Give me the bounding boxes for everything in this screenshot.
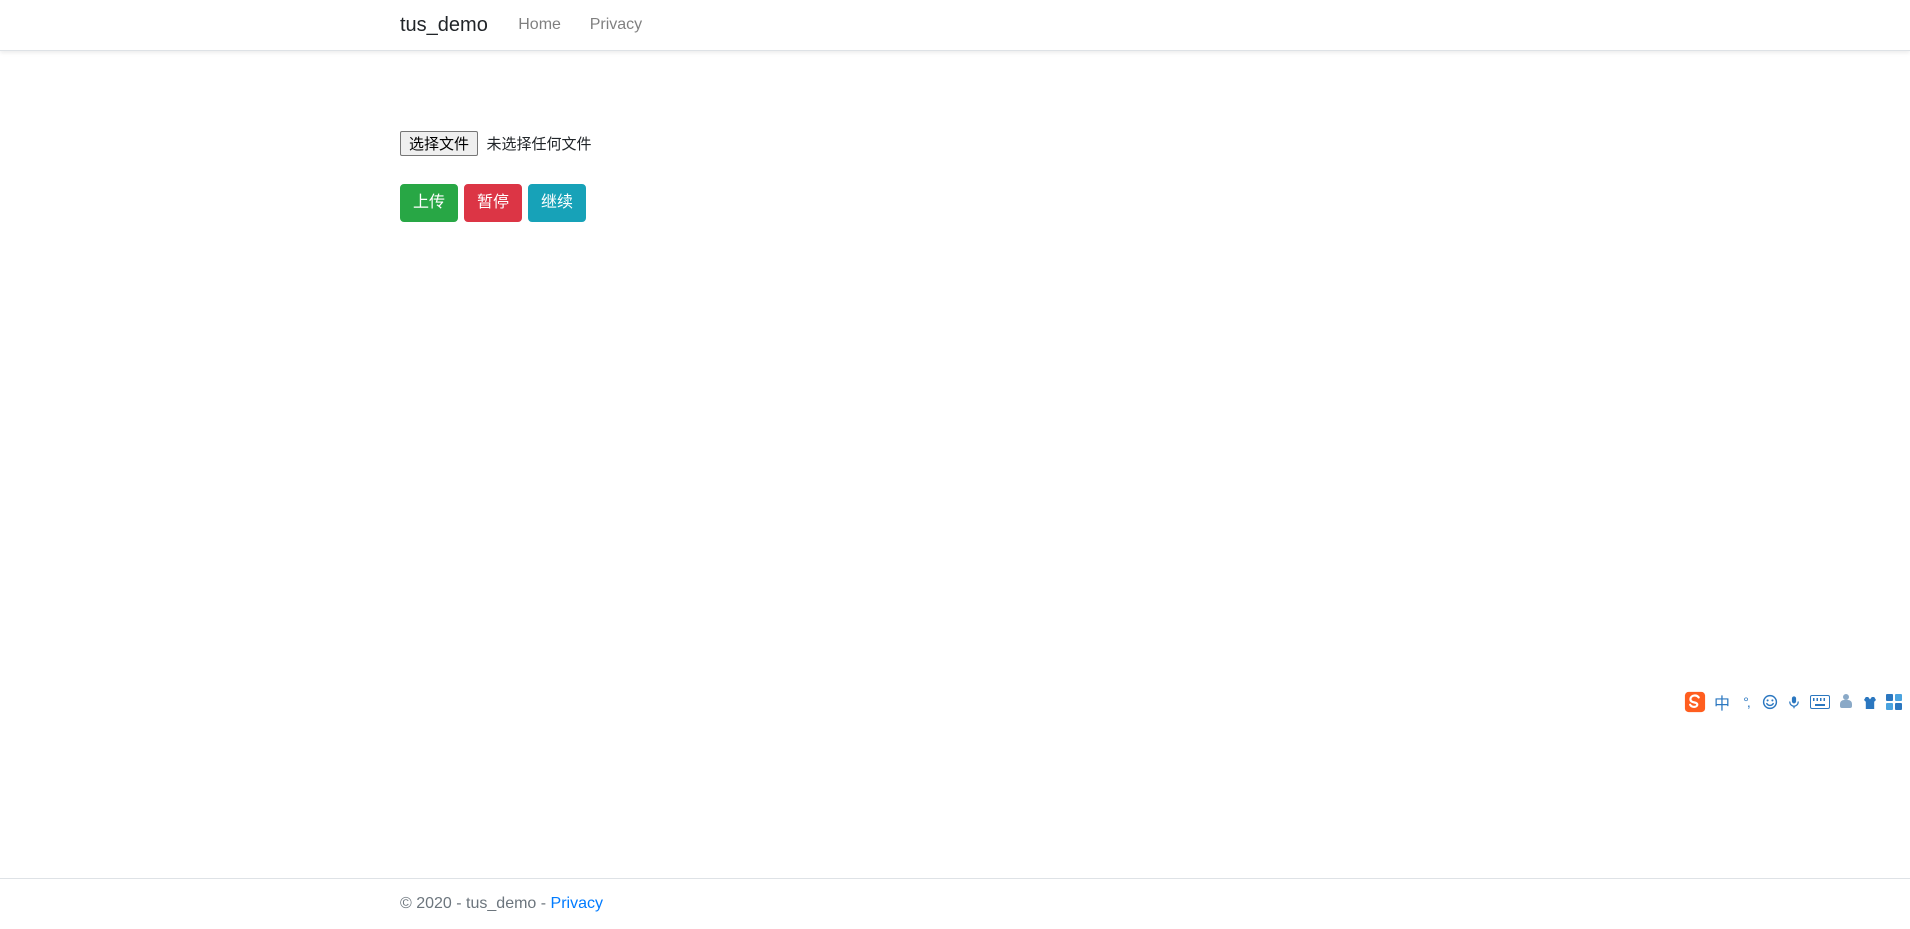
ime-keyboard-icon[interactable] xyxy=(1810,693,1830,711)
brand-link[interactable]: tus_demo xyxy=(400,9,488,42)
ime-toolbox-icon[interactable] xyxy=(1886,693,1902,711)
choose-file-button[interactable]: 选择文件 xyxy=(400,131,478,156)
pause-button[interactable]: 暂停 xyxy=(464,184,522,222)
ime-account-icon[interactable] xyxy=(1838,693,1854,711)
navbar: tus_demo Home Privacy xyxy=(0,0,1910,51)
resume-button[interactable]: 继续 xyxy=(528,184,586,222)
sogou-logo-icon[interactable] xyxy=(1684,691,1706,713)
action-button-row: 上传 暂停 继续 xyxy=(400,184,1510,222)
main-content: 选择文件 未选择任何文件 上传 暂停 继续 xyxy=(0,51,1910,878)
footer-privacy-link[interactable]: Privacy xyxy=(551,895,603,912)
footer: © 2020 - tus_demo - Privacy xyxy=(0,878,1910,929)
nav-home[interactable]: Home xyxy=(504,8,575,42)
ime-emoji-icon[interactable] xyxy=(1762,693,1778,711)
ime-language-indicator[interactable]: 中 xyxy=(1714,693,1730,711)
file-input-row: 选择文件 未选择任何文件 xyxy=(400,131,1510,156)
ime-skin-icon[interactable] xyxy=(1862,693,1878,711)
upload-button[interactable]: 上传 xyxy=(400,184,458,222)
nav-list: Home Privacy xyxy=(504,8,657,42)
nav-privacy[interactable]: Privacy xyxy=(575,8,656,42)
footer-copyright: © 2020 - tus_demo - xyxy=(400,895,551,912)
ime-punctuation-icon[interactable]: °, xyxy=(1738,693,1754,711)
file-status-text: 未选择任何文件 xyxy=(486,136,591,153)
ime-toolbar: 中 °, xyxy=(1684,691,1902,713)
ime-microphone-icon[interactable] xyxy=(1786,693,1802,711)
